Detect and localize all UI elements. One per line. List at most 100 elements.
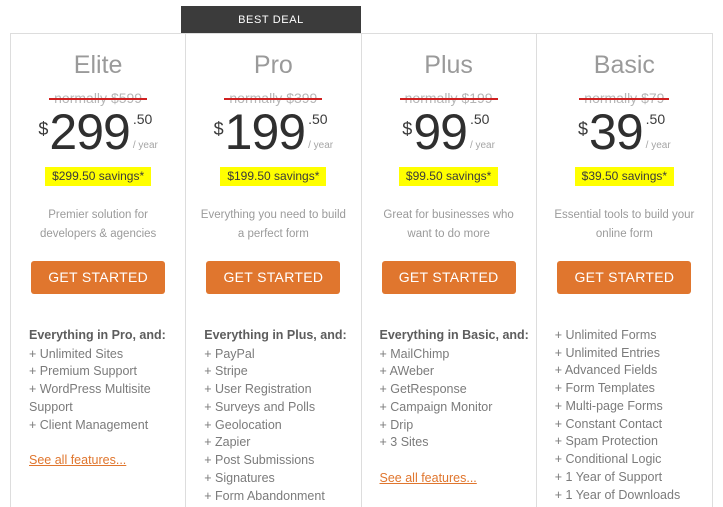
feature-item: + PayPal [204,346,255,361]
feature-item: + Multi-page Forms [554,398,663,413]
feature-item: + MailChimp [379,346,450,361]
savings-badge: $199.50 savings* [220,167,327,186]
price-row: $99.50 / year [362,104,536,161]
badge-row: BEST DEAL [0,0,723,33]
plan-description: Everything you need to build a perfect f… [200,209,346,240]
feature-item: + Constant Contact [554,416,663,431]
feature-item: + GetResponse [379,382,467,397]
features-list: + Unlimited Forms + Unlimited Entries + Ad… [537,327,712,505]
currency-symbol: $ [213,119,224,139]
price-cents: .50 [469,111,490,127]
savings-badge: $39.50 savings* [574,167,675,186]
pricing-card: Plus normally $199 $99.50 / year $99.50 savi… [361,34,537,507]
original-price: normally $199 [362,91,536,105]
feature-item: + Unlimited Entries [554,345,660,360]
plan-name: Plus [424,51,473,79]
feature-item: + WordPress Multisite Support [29,382,151,414]
plan-description: Great for businesses who want to do more [383,209,514,240]
features-list: Everything in Pro, and: + Unlimited Sites… [11,327,185,435]
get-started-button[interactable]: GET STARTED [206,260,341,294]
feature-item: + Geolocation [204,417,282,432]
get-started-button[interactable]: GET STARTED [31,260,165,294]
strikethrough-line [399,98,498,101]
price-period: / year [132,140,158,151]
cta-wrap: GET STARTED [537,260,712,294]
savings-badge: $299.50 savings* [45,167,152,186]
cta-wrap: GET STARTED [11,260,185,294]
price-amount: 299 [49,104,130,160]
price-cents: .50 [132,111,153,127]
original-price-strikethrough: normally $399 [224,91,323,105]
savings-wrap: $299.50 savings* [11,167,185,186]
feature-item: + Unlimited Sites [29,346,124,361]
original-price-strikethrough: normally $199 [399,91,498,105]
price-cents: .50 [308,111,328,127]
price-period: / year [469,140,495,151]
features-header: Everything in Plus, and: [204,327,347,342]
plan-description: Essential tools to build your online for… [554,209,695,240]
strikethrough-line [224,98,323,101]
price-superscript: .50 / year [133,109,158,151]
cta-wrap: GET STARTED [362,260,536,294]
plan-name: Basic [593,51,655,79]
cta-wrap: GET STARTED [186,260,360,294]
price-superscript: .50 / year [308,109,333,151]
plan-name: Elite [73,51,123,79]
pricing-table: BEST DEAL Elitenormally $599$299.50/ yea… [0,0,723,507]
currency-symbol: $ [402,119,413,139]
feature-item: + 1 Year of Support [554,469,663,484]
currency-symbol: $ [38,119,49,139]
price-superscript: .50 / year [646,109,671,151]
feature-item: + Conditional Logic [554,452,662,467]
pricing-cards-container: Elitenormally $599$299.50/ year$299.50 s… [10,33,713,507]
feature-item: + Unlimited Forms [554,327,657,342]
original-price-strikethrough: normally $599 [49,91,148,105]
original-price-strikethrough: normally $79 [579,91,670,105]
feature-item: + Premium Support [29,364,138,379]
see-all-features-link[interactable]: See all features... [29,453,126,467]
price-period: / year [308,140,334,151]
pricing-card: Basic normally $79 $39.50 / year $39.50 savi… [536,34,712,507]
feature-item: + 1 Year of Downloads [554,487,681,502]
feature-item: + Spam Protection [554,434,658,449]
feature-item: + Stripe [204,364,248,379]
feature-item: + Post Submissions [204,453,315,468]
strikethrough-line [49,98,148,101]
feature-item: + Form Templates [554,381,655,396]
price-period: / year [645,140,671,151]
feature-item: + Drip [379,417,414,432]
price-row: $199.50 / year [186,104,360,161]
price-row: $299.50 / year [11,104,185,161]
features-list: Everything in Basic, and: + MailChimp + AW… [362,327,536,452]
features-header: Everything in Basic, and: [379,327,529,342]
original-price: normally $79 [537,91,712,105]
see-all-features-link[interactable]: See all features... [380,471,477,485]
get-started-button[interactable]: GET STARTED [381,260,516,294]
feature-item: + Advanced Fields [554,363,658,378]
savings-wrap: $39.50 savings* [537,167,712,186]
price-superscript: .50 / year [470,109,495,151]
feature-item: + AWeber [379,364,435,379]
see-all-features-wrap: See all features... [11,451,185,469]
get-started-button[interactable]: GET STARTED [557,260,692,294]
savings-wrap: $99.50 savings* [362,167,536,186]
price-amount: 199 [224,104,306,160]
price-amount: 99 [413,104,468,160]
see-all-features-wrap: See all features... [362,469,536,487]
best-deal-badge: BEST DEAL [181,6,361,33]
feature-item: + Surveys and Polls [204,399,316,414]
original-price: normally $599 [11,91,185,105]
pricing-card: Pro normally $399$199.50 / year $199.50 sav… [186,34,362,507]
feature-item: + Client Management [29,417,149,432]
features-list: Everything in Plus, and: + PayPal + Stripe… [186,327,360,506]
pricing-card: Elite normally $599$299.50 / year $299.50 s… [11,34,187,507]
plan-name: Pro [253,51,293,79]
feature-item: + 3 Sites [379,435,429,450]
strikethrough-line [579,98,670,101]
savings-badge: $99.50 savings* [398,167,499,186]
original-price: normally $399 [186,91,360,105]
feature-item: + Zapier [204,435,251,450]
feature-item: + Form Abandonment [204,488,325,503]
price-amount: 39 [589,104,644,160]
feature-item: + User Registration [204,382,312,397]
